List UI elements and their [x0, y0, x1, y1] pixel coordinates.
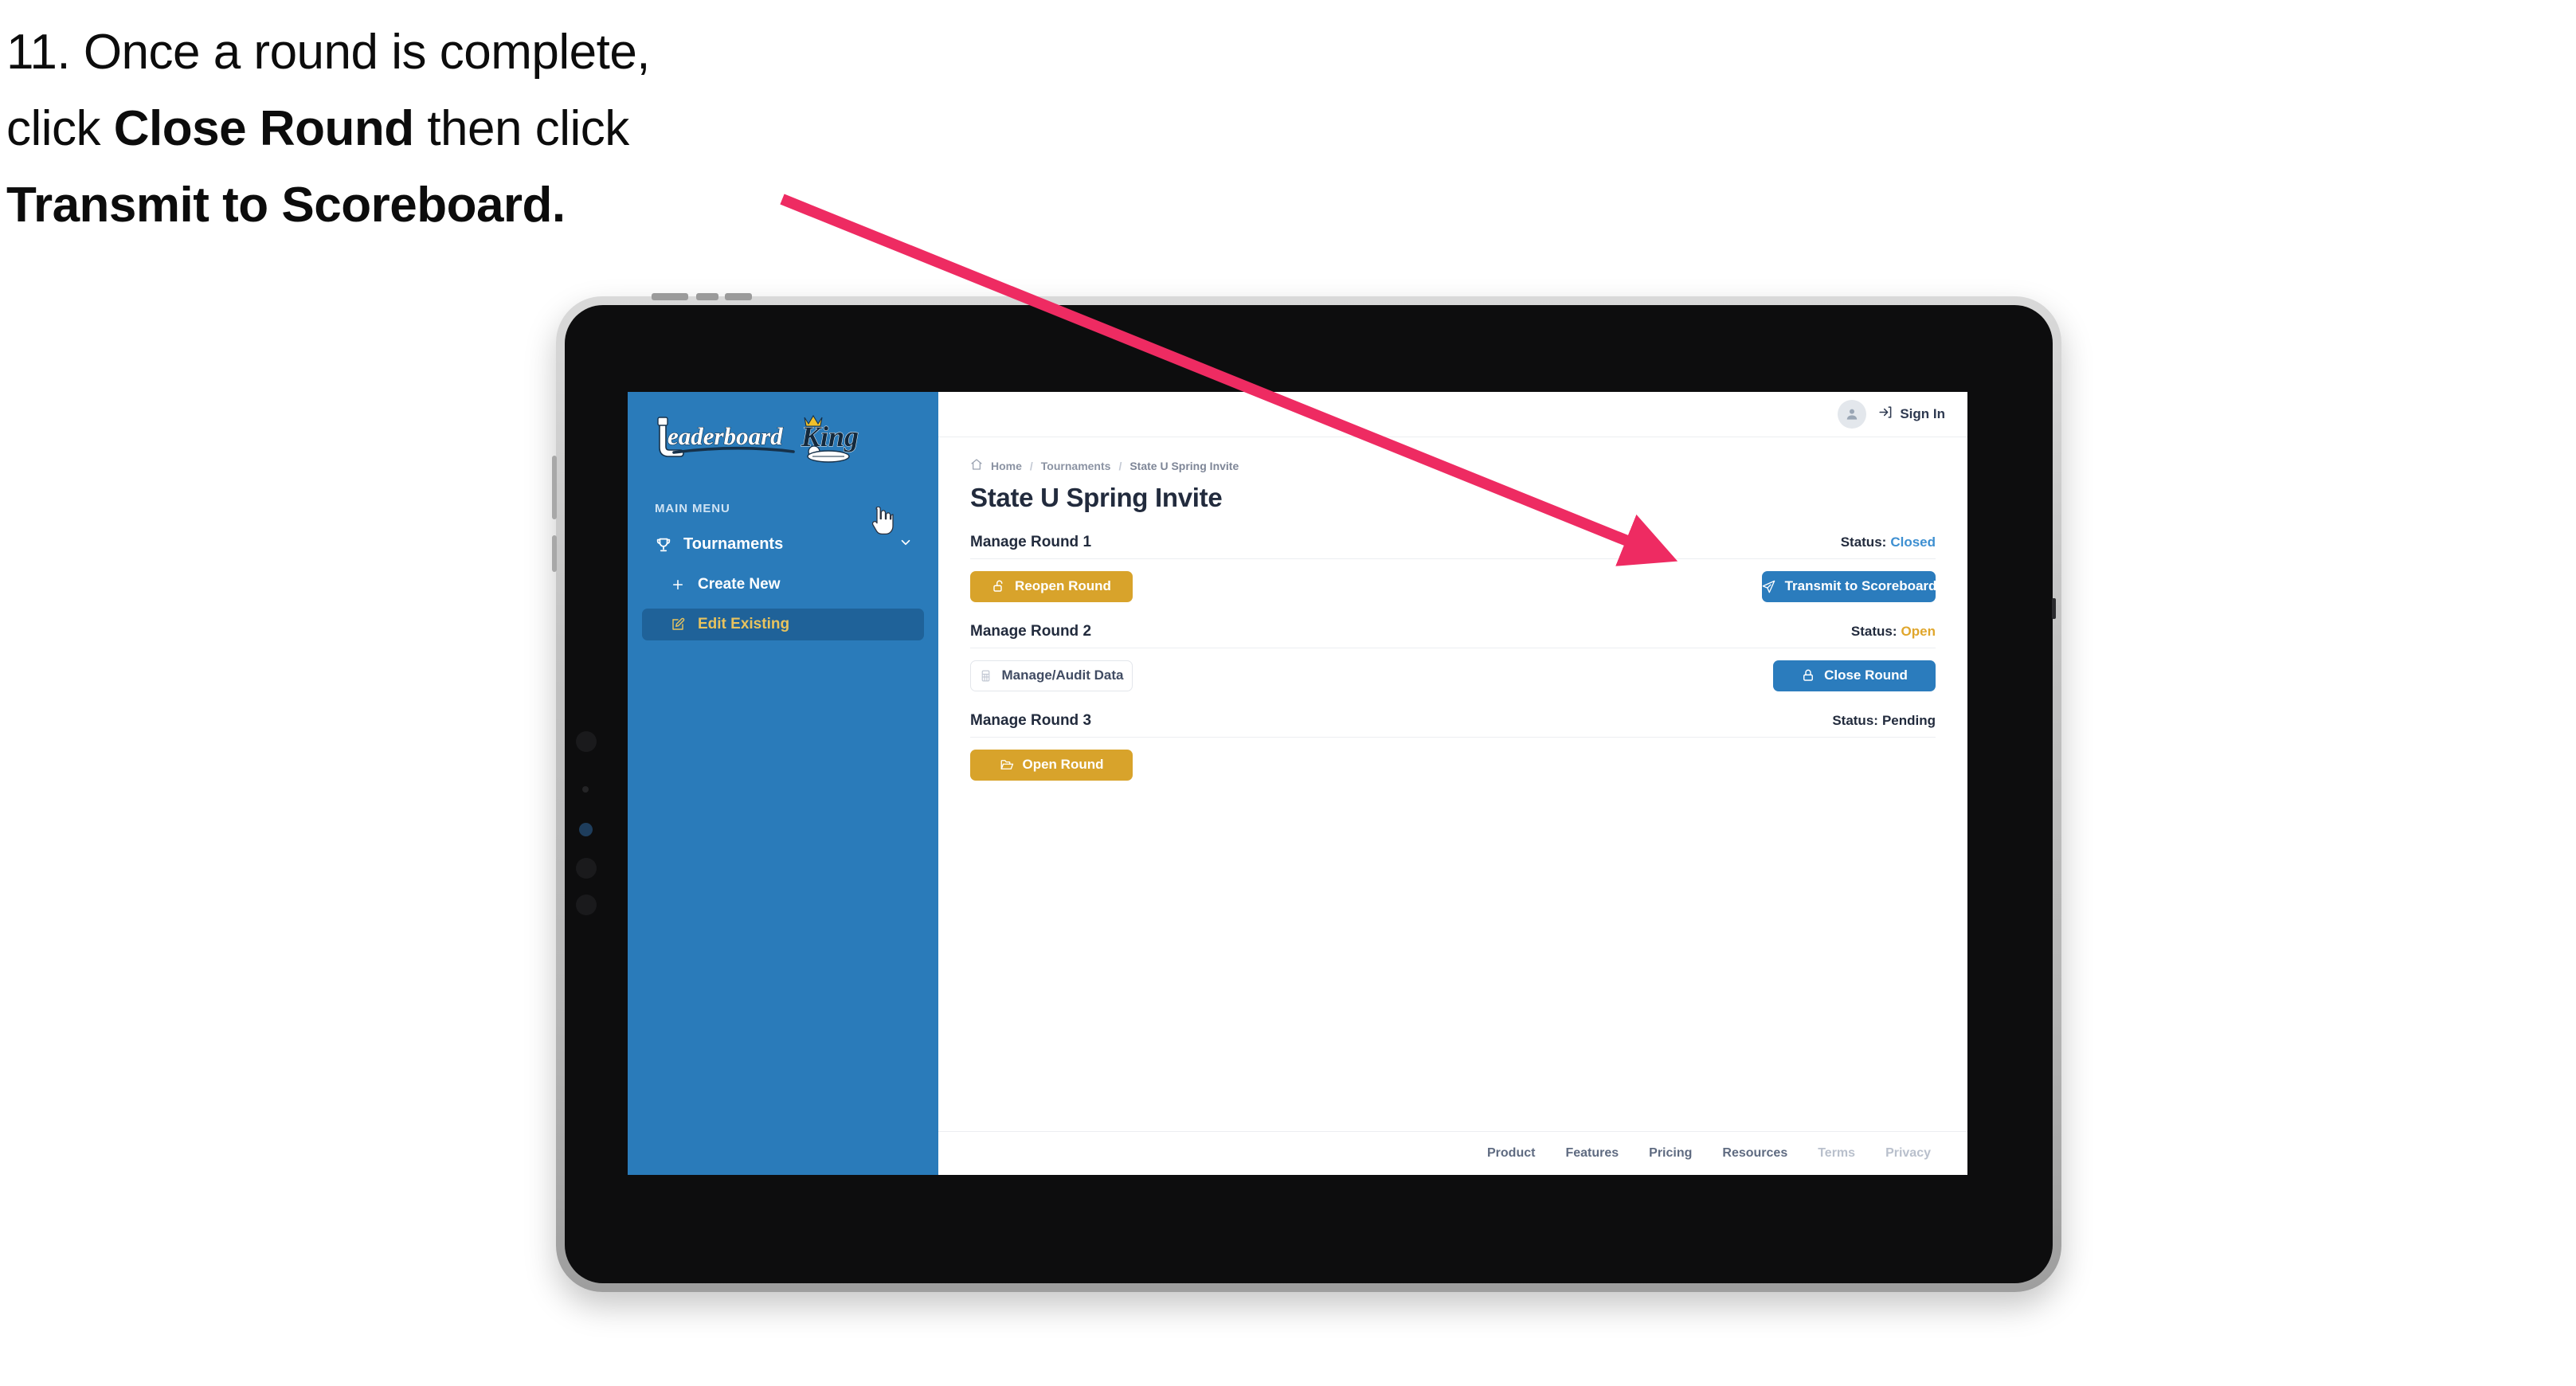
tablet-volume-down-button[interactable] — [552, 535, 557, 572]
tablet-camera-icon — [576, 731, 597, 752]
caption-line-3: Transmit to Scoreboard. — [6, 178, 566, 233]
home-icon — [970, 458, 983, 473]
button-label: Close Round — [1824, 668, 1908, 683]
sidebar: eaderboard King MAIN MENU Tournaments Cr… — [628, 392, 938, 1175]
leaderboard-king-logo-icon: eaderboard King — [657, 414, 859, 463]
tablet-volume-up-button[interactable] — [552, 456, 557, 519]
reopen-round-button[interactable]: Reopen Round — [970, 570, 1133, 602]
sidebar-item-label: Edit Existing — [698, 616, 790, 632]
status-badge: Status: Closed — [1841, 534, 1936, 550]
footer-link-features[interactable]: Features — [1565, 1146, 1619, 1161]
breadcrumb-item-tournaments[interactable]: Tournaments — [1041, 460, 1111, 472]
breadcrumb-item-home[interactable]: Home — [991, 460, 1022, 472]
button-label: Manage/Audit Data — [1001, 668, 1124, 683]
plus-icon — [667, 578, 688, 592]
footer-link-privacy[interactable]: Privacy — [1885, 1146, 1931, 1161]
footer-link-product[interactable]: Product — [1487, 1146, 1535, 1161]
mouse-cursor-pointer-icon — [871, 507, 894, 535]
round-actions: Reopen Round Transmit to Scoreboard — [970, 570, 1936, 602]
svg-text:eaderboard: eaderboard — [667, 422, 783, 450]
footer-link-pricing[interactable]: Pricing — [1649, 1146, 1692, 1161]
breadcrumb-item-current: State U Spring Invite — [1129, 459, 1239, 472]
round-header: Manage Round 1 Status: Closed — [970, 534, 1936, 559]
tablet-sensor-icon — [582, 786, 589, 793]
table-grid-icon — [979, 669, 992, 683]
sign-in-label: Sign In — [1900, 406, 1945, 421]
folder-open-icon — [1000, 758, 1014, 772]
breadcrumb-separator: / — [1118, 459, 1122, 472]
user-avatar-icon[interactable] — [1838, 400, 1867, 429]
status-badge: Status: Pending — [1832, 713, 1936, 729]
tablet-top-button-2[interactable] — [696, 293, 718, 300]
login-arrow-icon — [1877, 405, 1893, 424]
sidebar-section-label: MAIN MENU — [655, 502, 730, 515]
status-value: Pending — [1881, 713, 1936, 728]
footer: Product Features Pricing Resources Terms… — [938, 1131, 1967, 1175]
sidebar-item-create-new[interactable]: Create New — [642, 569, 924, 601]
lock-icon — [1801, 668, 1815, 683]
caption-line-2: click Close Round then click — [6, 101, 629, 157]
status-label: Status: — [1850, 624, 1897, 639]
page-title: State U Spring Invite — [970, 483, 1223, 512]
round-actions: Manage/Audit Data Close Round — [970, 660, 1936, 691]
app-screen: eaderboard King MAIN MENU Tournaments Cr… — [628, 392, 1967, 1175]
sidebar-item-label: Create New — [698, 576, 781, 593]
round-section-2: Manage Round 2 Status: Open Manage/Audit… — [970, 623, 1936, 691]
round-header: Manage Round 3 Status: Pending — [970, 712, 1936, 738]
round-title: Manage Round 3 — [970, 712, 1092, 729]
tablet-indicator-led-icon — [579, 823, 593, 836]
button-label: Transmit to Scoreboard — [1784, 578, 1937, 593]
caption-line-1: 11. Once a round is complete, — [6, 25, 651, 80]
round-actions: Open Round — [970, 749, 1936, 781]
edit-square-icon — [667, 617, 688, 632]
status-value: Open — [1901, 624, 1936, 639]
main-content: Sign In Home / Tournaments / State U Spr… — [938, 392, 1967, 1175]
tablet-top-button-1[interactable] — [652, 293, 688, 300]
sidebar-item-edit-existing[interactable]: Edit Existing — [642, 609, 924, 640]
close-round-button[interactable]: Close Round — [1773, 660, 1936, 691]
status-value: Closed — [1890, 534, 1936, 550]
breadcrumb-separator: / — [1029, 459, 1033, 472]
unlock-icon — [992, 579, 1006, 593]
status-label: Status: — [1832, 713, 1878, 728]
tablet-speaker-dot-2 — [576, 895, 597, 915]
sidebar-item-label: Tournaments — [683, 535, 784, 553]
tablet-side-notch — [2052, 598, 2056, 619]
button-label: Open Round — [1022, 757, 1104, 772]
instruction-caption: 11. Once a round is complete, click Clos… — [6, 14, 922, 244]
round-title: Manage Round 1 — [970, 534, 1092, 550]
tablet-speaker-dot-1 — [576, 858, 597, 879]
manage-audit-data-button[interactable]: Manage/Audit Data — [970, 660, 1133, 691]
round-section-1: Manage Round 1 Status: Closed Reopen Rou… — [970, 534, 1936, 602]
top-bar: Sign In — [938, 392, 1967, 437]
button-label: Reopen Round — [1015, 578, 1111, 593]
sign-in-button[interactable]: Sign In — [1877, 405, 1945, 424]
tablet-top-button-3[interactable] — [725, 293, 752, 300]
status-badge: Status: Open — [1851, 624, 1936, 640]
footer-link-terms[interactable]: Terms — [1818, 1146, 1855, 1161]
footer-link-resources[interactable]: Resources — [1722, 1146, 1787, 1161]
paper-plane-icon — [1761, 579, 1776, 594]
svg-text:King: King — [801, 421, 859, 452]
transmit-to-scoreboard-button[interactable]: Transmit to Scoreboard — [1761, 570, 1937, 602]
round-title: Manage Round 2 — [970, 623, 1092, 640]
breadcrumb: Home / Tournaments / State U Spring Invi… — [970, 458, 1936, 473]
open-round-button[interactable]: Open Round — [970, 749, 1133, 781]
trophy-icon — [653, 536, 674, 554]
round-header: Manage Round 2 Status: Open — [970, 623, 1936, 648]
round-section-3: Manage Round 3 Status: Pending Open Roun… — [970, 712, 1936, 781]
app-logo[interactable]: eaderboard King — [628, 392, 938, 481]
page-content: Home / Tournaments / State U Spring Invi… — [938, 437, 1967, 1131]
status-label: Status: — [1840, 534, 1887, 550]
chevron-down-icon[interactable] — [898, 535, 913, 554]
